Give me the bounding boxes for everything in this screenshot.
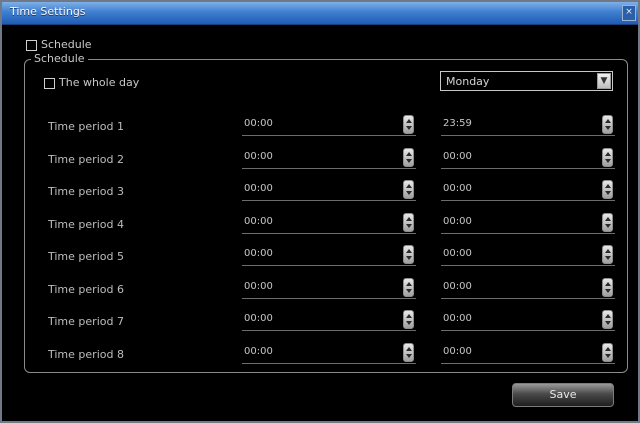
time-period-start-value: 00:00 [244,118,273,129]
title-bar: Time Settings × [2,2,638,25]
time-period-end-value: 00:00 [443,151,472,162]
time-period-row: Time period 5 00:00 00:00 [2,244,640,272]
spinner-icon[interactable] [602,278,613,297]
time-period-end-value: 00:00 [443,248,472,259]
whole-day-label: The whole day [59,76,140,89]
time-period-end-field[interactable]: 23:59 [441,114,615,136]
time-period-start-value: 00:00 [244,281,273,292]
spinner-icon[interactable] [602,343,613,362]
time-period-label: Time period 7 [48,315,124,328]
spinner-icon[interactable] [602,245,613,264]
schedule-enable-checkbox[interactable] [26,40,37,51]
spinner-icon[interactable] [403,278,414,297]
time-period-row: Time period 4 00:00 00:00 [2,212,640,240]
time-period-end-field[interactable]: 00:00 [441,179,615,201]
save-button[interactable]: Save [512,383,614,407]
time-period-start-field[interactable]: 00:00 [242,342,416,364]
time-period-label: Time period 2 [48,153,124,166]
chevron-down-icon[interactable]: ▼ [597,73,611,89]
time-period-label: Time period 8 [48,348,124,361]
spinner-icon[interactable] [403,343,414,362]
day-select[interactable]: Monday ▼ [440,71,613,91]
time-period-start-field[interactable]: 00:00 [242,244,416,266]
close-icon[interactable]: × [622,5,636,21]
time-period-label: Time period 1 [48,120,124,133]
time-period-row: Time period 7 00:00 00:00 [2,309,640,337]
schedule-group-legend: Schedule [31,52,88,65]
spinner-icon[interactable] [602,180,613,199]
time-period-end-field[interactable]: 00:00 [441,244,615,266]
time-period-end-value: 00:00 [443,216,472,227]
spinner-icon[interactable] [602,310,613,329]
window-title: Time Settings [10,5,86,18]
spinner-icon[interactable] [403,180,414,199]
time-period-start-value: 00:00 [244,216,273,227]
time-period-end-field[interactable]: 00:00 [441,212,615,234]
time-period-start-field[interactable]: 00:00 [242,147,416,169]
schedule-enable-label: Schedule [41,38,92,51]
time-period-start-value: 00:00 [244,313,273,324]
whole-day-checkbox[interactable] [44,78,55,89]
time-period-start-field[interactable]: 00:00 [242,179,416,201]
spinner-icon[interactable] [403,148,414,167]
time-period-start-field[interactable]: 00:00 [242,212,416,234]
time-period-row: Time period 3 00:00 00:00 [2,179,640,207]
time-period-start-value: 00:00 [244,183,273,194]
time-period-end-field[interactable]: 00:00 [441,277,615,299]
time-period-end-value: 00:00 [443,346,472,357]
time-period-end-value: 23:59 [443,118,472,129]
spinner-icon[interactable] [602,148,613,167]
time-period-start-value: 00:00 [244,248,273,259]
spinner-icon[interactable] [403,310,414,329]
time-period-end-field[interactable]: 00:00 [441,342,615,364]
time-period-row: Time period 1 00:00 23:59 [2,114,640,142]
time-period-label: Time period 6 [48,283,124,296]
time-period-row: Time period 2 00:00 00:00 [2,147,640,175]
spinner-icon[interactable] [403,115,414,134]
time-period-start-value: 00:00 [244,151,273,162]
time-period-start-field[interactable]: 00:00 [242,309,416,331]
time-period-end-value: 00:00 [443,281,472,292]
spinner-icon[interactable] [403,213,414,232]
time-period-label: Time period 3 [48,185,124,198]
spinner-icon[interactable] [602,213,613,232]
spinner-icon[interactable] [602,115,613,134]
spinner-icon[interactable] [403,245,414,264]
time-period-end-field[interactable]: 00:00 [441,309,615,331]
time-settings-dialog: Time Settings × Schedule Schedule The wh… [0,0,640,423]
time-period-row: Time period 8 00:00 00:00 [2,342,640,370]
time-period-end-value: 00:00 [443,313,472,324]
time-period-start-field[interactable]: 00:00 [242,277,416,299]
time-period-end-field[interactable]: 00:00 [441,147,615,169]
time-period-label: Time period 5 [48,250,124,263]
time-period-row: Time period 6 00:00 00:00 [2,277,640,305]
time-period-label: Time period 4 [48,218,124,231]
day-select-value: Monday [446,75,490,88]
time-period-end-value: 00:00 [443,183,472,194]
time-period-start-value: 00:00 [244,346,273,357]
time-period-start-field[interactable]: 00:00 [242,114,416,136]
